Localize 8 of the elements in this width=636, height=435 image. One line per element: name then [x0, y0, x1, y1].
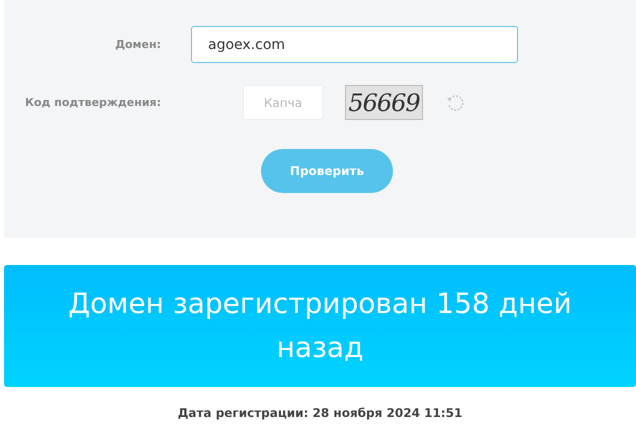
domain-label: Домен: — [114, 38, 161, 51]
refresh-icon[interactable] — [445, 92, 465, 112]
captcha-field[interactable]: Капча — [243, 85, 323, 120]
domain-field[interactable]: agoex.com — [191, 26, 518, 63]
registration-date: Дата регистрации: 28 ноября 2024 11:51 — [176, 406, 464, 420]
result-message: Домен зарегистрирован 158 дней назад — [67, 286, 573, 366]
captcha-image: 56669 — [345, 85, 423, 120]
captcha-label: Код подтверждения: — [24, 96, 161, 109]
